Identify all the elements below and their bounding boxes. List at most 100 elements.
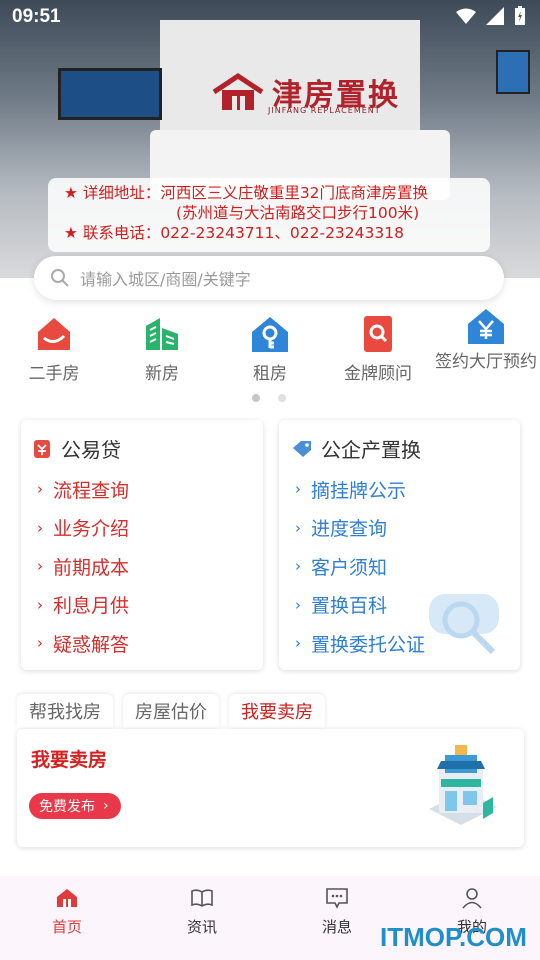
link-label: 置换委托公证 bbox=[311, 633, 426, 656]
category-label: 签约大厅预约 bbox=[435, 352, 537, 372]
nav-messages[interactable]: 消息 bbox=[287, 886, 387, 937]
status-bar: 09:51 bbox=[0, 0, 540, 34]
user-icon bbox=[462, 888, 482, 909]
card-title-text: 公易贷 bbox=[61, 438, 121, 462]
status-icons bbox=[456, 6, 526, 26]
service-tabs: 帮我找房 房屋估价 我要卖房 bbox=[17, 694, 325, 728]
chevron-right-icon: › bbox=[295, 595, 301, 614]
free-publish-button[interactable]: 免费发布 › bbox=[29, 793, 121, 819]
hero-contact-info: ★ 详细地址：河西区三义庄敬重里32门底商津房置换 (苏州道与大沽南路交口步行1… bbox=[48, 178, 490, 252]
loan-link-interest[interactable]: › 利息月供 bbox=[37, 586, 129, 625]
nav-label: 首页 bbox=[51, 918, 82, 936]
yuan-house-icon bbox=[468, 309, 504, 344]
category-consultant[interactable]: 金牌顾问 bbox=[324, 306, 432, 384]
hero-photo-screen bbox=[496, 50, 530, 94]
loan-link-list: › 流程查询 › 业务介绍 › 前期成本 › 利息月供 › 疑惑解答 bbox=[37, 470, 129, 663]
tab-sell-house[interactable]: 我要卖房 bbox=[229, 694, 325, 728]
chevron-right-icon: › bbox=[37, 557, 43, 576]
chevron-right-icon: › bbox=[295, 480, 301, 499]
shop-building-illustration bbox=[429, 745, 497, 825]
sell-house-panel: 我要卖房 免费发布 › bbox=[17, 729, 524, 847]
hero-banner[interactable]: 津房置换 JINFANG REPLACEMENT ★ 详细地址：河西区三义庄敬重… bbox=[0, 0, 540, 278]
wifi-icon bbox=[456, 8, 476, 24]
link-label: 摘挂牌公示 bbox=[311, 479, 407, 502]
search-book-icon bbox=[364, 316, 392, 352]
chevron-right-icon: › bbox=[37, 634, 43, 653]
chevron-right-icon: › bbox=[295, 557, 301, 576]
tag-icon bbox=[293, 440, 311, 457]
search-bar[interactable]: 请输入城区/商圈/关键字 bbox=[34, 256, 504, 300]
loan-card-title: 公易贷 bbox=[33, 434, 121, 463]
logo-subtitle: JINFANG REPLACEMENT bbox=[268, 106, 381, 115]
loan-link-process[interactable]: › 流程查询 bbox=[37, 470, 129, 509]
nav-label: 消息 bbox=[321, 918, 352, 936]
indicator-dot bbox=[252, 394, 260, 402]
category-label: 二手房 bbox=[28, 364, 80, 384]
replace-link-notice[interactable]: › 客户须知 bbox=[295, 547, 425, 586]
status-time: 09:51 bbox=[12, 6, 61, 27]
hero-photo-screen bbox=[58, 68, 162, 120]
book-icon bbox=[191, 889, 213, 907]
sell-title: 我要卖房 bbox=[31, 749, 108, 771]
key-house-icon bbox=[252, 317, 288, 352]
loan-link-cost[interactable]: › 前期成本 bbox=[37, 547, 129, 586]
loan-icon bbox=[34, 439, 50, 458]
link-label: 置换百科 bbox=[311, 595, 388, 618]
house-hand-icon bbox=[38, 318, 70, 350]
link-label: 进度查询 bbox=[311, 518, 388, 541]
category-rent[interactable]: 租房 bbox=[216, 306, 324, 384]
loan-card: 公易贷 › 流程查询 › 业务介绍 › 前期成本 › 利息月供 › 疑惑解答 bbox=[21, 420, 263, 670]
replacement-card-title: 公企产置换 bbox=[291, 434, 421, 463]
replace-link-wiki[interactable]: › 置换百科 bbox=[295, 586, 425, 625]
replacement-link-list: › 摘挂牌公示 › 进度查询 › 客户须知 › 置换百科 › 置换委托公证 bbox=[295, 470, 425, 663]
nav-home[interactable]: 首页 bbox=[17, 886, 117, 937]
chevron-right-icon: › bbox=[295, 518, 301, 537]
loan-link-faq[interactable]: › 疑惑解答 bbox=[37, 624, 129, 663]
tab-house-valuation[interactable]: 房屋估价 bbox=[123, 694, 219, 728]
chevron-right-icon: › bbox=[103, 798, 109, 814]
house-logo-icon bbox=[212, 72, 264, 110]
category-label: 新房 bbox=[145, 364, 179, 384]
button-label: 免费发布 bbox=[39, 799, 95, 815]
category-new-house[interactable]: 新房 bbox=[108, 306, 216, 384]
carousel-indicator bbox=[252, 394, 286, 402]
link-label: 前期成本 bbox=[53, 556, 130, 579]
link-label: 客户须知 bbox=[311, 556, 388, 579]
indicator-dot bbox=[278, 394, 286, 402]
category-grid: 二手房 新房 租房 金牌顾问 签约大厅预约 bbox=[0, 306, 540, 402]
chevron-right-icon: › bbox=[37, 518, 43, 537]
company-logo: 津房置换 JINFANG REPLACEMENT bbox=[210, 70, 400, 115]
category-label: 金牌顾问 bbox=[344, 364, 412, 384]
link-label: 业务介绍 bbox=[53, 518, 130, 541]
link-label: 流程查询 bbox=[53, 479, 130, 502]
search-placeholder: 请输入城区/商圈/关键字 bbox=[80, 270, 251, 289]
message-icon bbox=[326, 888, 348, 909]
nav-label: 资讯 bbox=[186, 918, 217, 936]
card-title-text: 公企产置换 bbox=[321, 438, 421, 462]
link-label: 利息月供 bbox=[53, 595, 130, 618]
address-line: ★ 详细地址：河西区三义庄敬重里32门底商津房置换 bbox=[64, 184, 429, 202]
magnifier-decoration-icon bbox=[429, 594, 499, 655]
phone-line: ★ 联系电话：022-23243711、022-23243318 bbox=[64, 224, 404, 242]
replacement-card: 公企产置换 › 摘挂牌公示 › 进度查询 › 客户须知 › 置换百科 › 置换委托公证 bbox=[279, 420, 520, 670]
category-second-hand[interactable]: 二手房 bbox=[0, 306, 108, 384]
building-icon bbox=[146, 318, 178, 350]
replace-link-listing[interactable]: › 摘挂牌公示 bbox=[295, 470, 425, 509]
replace-link-progress[interactable]: › 进度查询 bbox=[295, 509, 425, 548]
loan-link-intro[interactable]: › 业务介绍 bbox=[37, 509, 129, 548]
watermark: ITMOP.COM bbox=[380, 922, 527, 952]
link-label: 疑惑解答 bbox=[53, 633, 130, 656]
chevron-right-icon: › bbox=[37, 595, 43, 614]
category-signing-hall[interactable]: 签约大厅预约 bbox=[432, 306, 540, 372]
chevron-right-icon: › bbox=[295, 634, 301, 653]
replace-link-notary[interactable]: › 置换委托公证 bbox=[295, 624, 425, 663]
nav-news[interactable]: 资讯 bbox=[152, 886, 252, 937]
category-label: 租房 bbox=[253, 364, 287, 384]
chevron-right-icon: › bbox=[37, 480, 43, 499]
home-icon bbox=[57, 889, 77, 907]
tab-find-house[interactable]: 帮我找房 bbox=[17, 694, 113, 728]
battery-icon bbox=[515, 6, 525, 25]
search-icon bbox=[51, 269, 69, 287]
signal-icon bbox=[486, 7, 504, 25]
address-note: (苏州道与大沽南路交口步行100米) bbox=[176, 204, 420, 222]
